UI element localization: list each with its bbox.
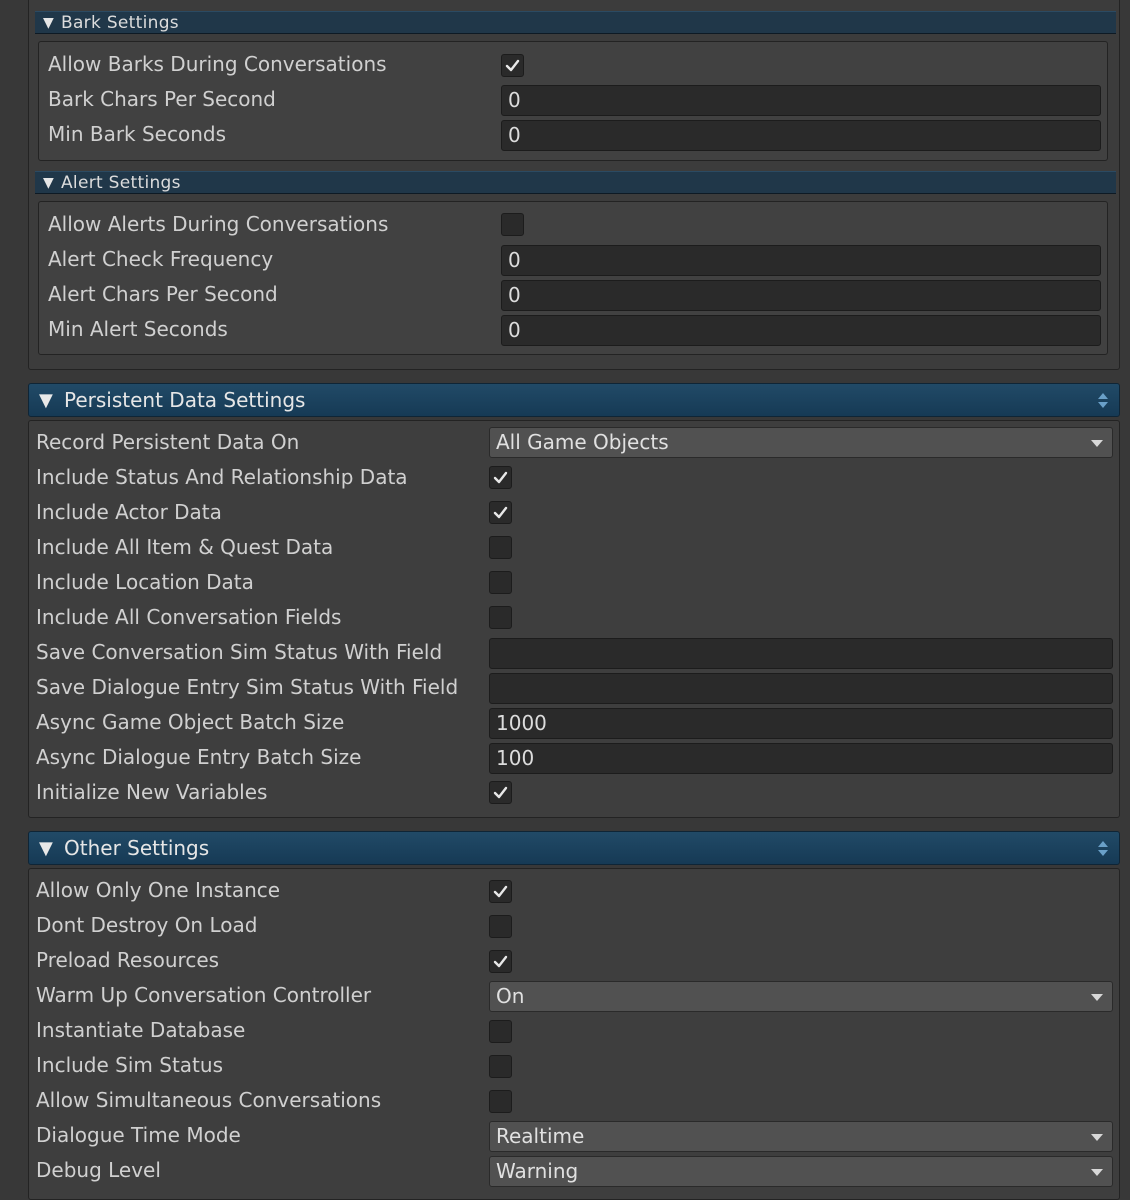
warmup-dropdown[interactable]: On [489, 981, 1113, 1012]
async-de-field[interactable]: 100 [489, 743, 1113, 774]
save-entry-field[interactable] [489, 673, 1113, 704]
sim-status-checkbox[interactable] [489, 1055, 512, 1078]
debug-level-dropdown[interactable]: Warning [489, 1156, 1113, 1187]
save-conv-field[interactable] [489, 638, 1113, 669]
dropdown-arrow-icon [1091, 1134, 1103, 1141]
save-conv-label: Save Conversation Sim Status With Field [36, 640, 443, 664]
include-actor-checkbox[interactable] [489, 501, 512, 524]
warmup-value: On [496, 984, 525, 1008]
simultaneous-label: Allow Simultaneous Conversations [36, 1088, 382, 1112]
dropdown-arrow-icon [1091, 440, 1103, 447]
include-convfields-checkbox[interactable] [489, 606, 512, 629]
record-persistent-value: All Game Objects [496, 430, 669, 454]
include-location-checkbox[interactable] [489, 571, 512, 594]
include-status-label: Include Status And Relationship Data [36, 465, 408, 489]
preload-label: Preload Resources [36, 948, 220, 972]
checkmark-icon [493, 955, 508, 968]
dropdown-arrow-icon [1091, 1169, 1103, 1176]
min-bark-label: Min Bark Seconds [48, 122, 227, 146]
bark-settings-title: Bark Settings [61, 12, 179, 33]
persistent-data-title: Persistent Data Settings [64, 388, 306, 412]
include-actor-label: Include Actor Data [36, 500, 222, 524]
alert-chars-field[interactable]: 0 [501, 280, 1101, 311]
include-item-checkbox[interactable] [489, 536, 512, 559]
sort-arrows-icon[interactable] [1097, 390, 1109, 410]
triangle-down-icon: ▼ [43, 174, 54, 191]
alert-settings-header[interactable]: ▼ Alert Settings [35, 171, 1116, 194]
async-de-label: Async Dialogue Entry Batch Size [36, 745, 362, 769]
dont-destroy-label: Dont Destroy On Load [36, 913, 258, 937]
record-persistent-dropdown[interactable]: All Game Objects [489, 427, 1113, 458]
sort-arrows-icon[interactable] [1097, 838, 1109, 858]
allow-alerts-checkbox[interactable] [501, 213, 524, 236]
warmup-label: Warm Up Conversation Controller [36, 983, 372, 1007]
include-location-label: Include Location Data [36, 570, 254, 594]
include-convfields-label: Include All Conversation Fields [36, 605, 342, 629]
bark-settings-header[interactable]: ▼ Bark Settings [35, 11, 1116, 34]
persistent-data-header[interactable]: ▼ Persistent Data Settings [28, 383, 1120, 417]
one-instance-label: Allow Only One Instance [36, 878, 281, 902]
other-settings-header[interactable]: ▼ Other Settings [28, 831, 1120, 865]
alert-settings-title: Alert Settings [61, 172, 181, 193]
min-bark-field[interactable]: 0 [501, 120, 1101, 151]
save-entry-label: Save Dialogue Entry Sim Status With Fiel… [36, 675, 459, 699]
allow-alerts-label: Allow Alerts During Conversations [48, 212, 389, 236]
triangle-down-icon: ▼ [39, 389, 53, 411]
init-variables-label: Initialize New Variables [36, 780, 268, 804]
time-mode-dropdown[interactable]: Realtime [489, 1121, 1113, 1152]
alert-chars-label: Alert Chars Per Second [48, 282, 278, 306]
alert-freq-field[interactable]: 0 [501, 245, 1101, 276]
time-mode-value: Realtime [496, 1124, 585, 1148]
debug-level-label: Debug Level [36, 1158, 161, 1182]
one-instance-checkbox[interactable] [489, 880, 512, 903]
allow-barks-label: Allow Barks During Conversations [48, 52, 387, 76]
checkmark-icon [505, 59, 520, 72]
async-go-field[interactable]: 1000 [489, 708, 1113, 739]
preload-checkbox[interactable] [489, 950, 512, 973]
instantiate-label: Instantiate Database [36, 1018, 246, 1042]
debug-level-value: Warning [496, 1159, 579, 1183]
record-persistent-label: Record Persistent Data On [36, 430, 300, 454]
other-settings-title: Other Settings [64, 836, 210, 860]
bark-chars-label: Bark Chars Per Second [48, 87, 276, 111]
allow-barks-checkbox[interactable] [501, 54, 524, 77]
checkmark-icon [493, 471, 508, 484]
min-alert-label: Min Alert Seconds [48, 317, 228, 341]
checkmark-icon [493, 786, 508, 799]
init-variables-checkbox[interactable] [489, 781, 512, 804]
checkmark-icon [493, 885, 508, 898]
bark-chars-field[interactable]: 0 [501, 85, 1101, 116]
triangle-down-icon: ▼ [43, 14, 54, 31]
instantiate-checkbox[interactable] [489, 1020, 512, 1043]
include-status-checkbox[interactable] [489, 466, 512, 489]
min-alert-field[interactable]: 0 [501, 315, 1101, 346]
simultaneous-checkbox[interactable] [489, 1090, 512, 1113]
triangle-down-icon: ▼ [39, 837, 53, 859]
async-go-label: Async Game Object Batch Size [36, 710, 345, 734]
dont-destroy-checkbox[interactable] [489, 915, 512, 938]
time-mode-label: Dialogue Time Mode [36, 1123, 241, 1147]
include-item-label: Include All Item & Quest Data [36, 535, 334, 559]
sim-status-label: Include Sim Status [36, 1053, 223, 1077]
dropdown-arrow-icon [1091, 994, 1103, 1001]
checkmark-icon [493, 506, 508, 519]
alert-freq-label: Alert Check Frequency [48, 247, 274, 271]
